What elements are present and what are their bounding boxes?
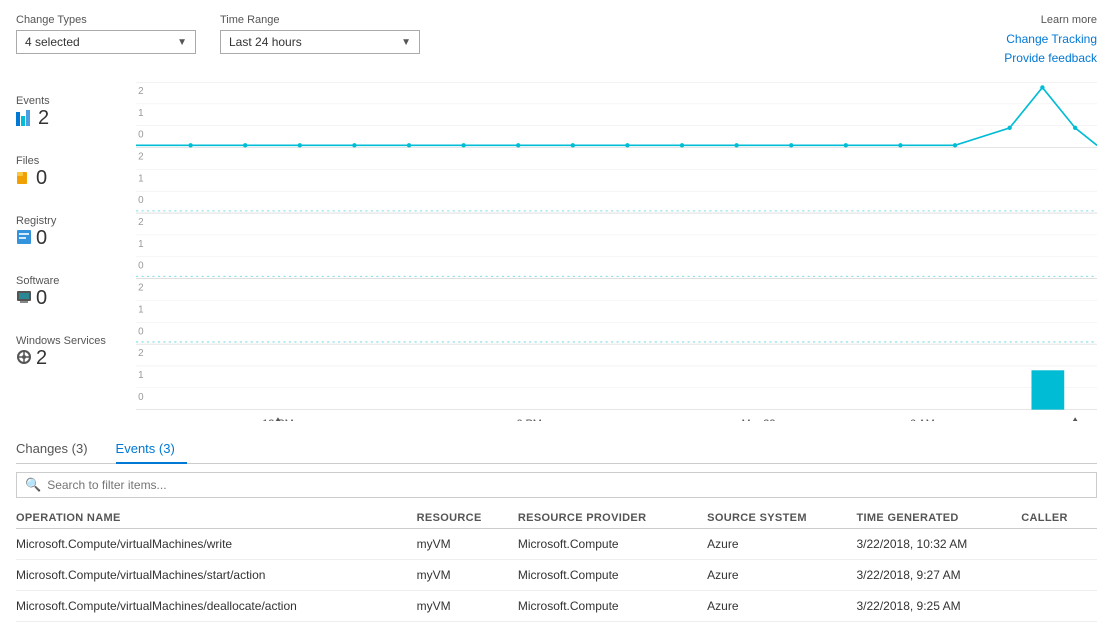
col-header-provider: RESOURCE PROVIDER: [518, 508, 707, 529]
metric-icon-events: [16, 108, 34, 129]
time-range-value: Last 24 hours: [229, 35, 302, 49]
metric-value-windows_services: 2: [36, 347, 47, 370]
metric-value-events: 2: [38, 107, 49, 130]
cell-caller-1: [1021, 559, 1097, 590]
metric-icon-software: [16, 289, 32, 308]
metric-label-files: Files: [16, 155, 136, 167]
tab-changes[interactable]: Changes (3): [16, 435, 100, 464]
tabs-row: Changes (3) Events (3): [16, 434, 1097, 464]
svg-text:0: 0: [138, 392, 144, 403]
col-header-operation: OPERATION NAME: [16, 508, 417, 529]
charts-svg: 2 1 0: [136, 82, 1097, 421]
charts-area: 2 1 0: [136, 82, 1097, 424]
col-header-resource: RESOURCE: [417, 508, 518, 529]
svg-text:2: 2: [138, 152, 143, 163]
table-row[interactable]: Microsoft.Compute/virtualMachines/start/…: [16, 559, 1097, 590]
metric-software: Software 0: [16, 262, 136, 322]
metric-events: Events 2: [16, 82, 136, 142]
change-types-label: Change Types: [16, 14, 196, 26]
cell-operation-0: Microsoft.Compute/virtualMachines/write: [16, 528, 417, 559]
cell-resource-1: myVM: [417, 559, 518, 590]
metric-value-files: 0: [36, 167, 47, 190]
metric-icon-registry: [16, 229, 32, 248]
cell-source-0: Azure: [707, 528, 856, 559]
data-table: OPERATION NAMERESOURCERESOURCE PROVIDERS…: [16, 508, 1097, 622]
learn-more-group: Learn more Change Tracking Provide feedb…: [1004, 14, 1097, 68]
metric-label-windows_services: Windows Services: [16, 335, 136, 347]
metric-icon-files: [16, 169, 32, 188]
cell-source-1: Azure: [707, 559, 856, 590]
metric-files: Files 0: [16, 142, 136, 202]
table-row[interactable]: Microsoft.Compute/virtualMachines/deallo…: [16, 590, 1097, 621]
time-range-arrow: ▼: [401, 37, 411, 48]
search-input[interactable]: [47, 478, 1088, 492]
svg-text:0: 0: [138, 327, 144, 338]
metric-label-events: Events: [16, 95, 136, 107]
svg-text:2: 2: [138, 217, 143, 228]
cell-time-0: 3/22/2018, 10:32 AM: [856, 528, 1021, 559]
cell-operation-2: Microsoft.Compute/virtualMachines/deallo…: [16, 590, 417, 621]
svg-text:1: 1: [138, 108, 143, 119]
col-header-caller: CALLER: [1021, 508, 1097, 529]
col-header-time: TIME GENERATED: [856, 508, 1021, 529]
svg-text:1: 1: [138, 370, 143, 381]
svg-text:6 PM: 6 PM: [516, 418, 541, 420]
cell-provider-2: Microsoft.Compute: [518, 590, 707, 621]
svg-text:2: 2: [138, 283, 143, 294]
cell-caller-0: [1021, 528, 1097, 559]
time-range-label: Time Range: [220, 14, 420, 26]
cell-operation-1: Microsoft.Compute/virtualMachines/start/…: [16, 559, 417, 590]
svg-text:6 AM: 6 AM: [910, 418, 935, 420]
table-row[interactable]: Microsoft.Compute/virtualMachines/writem…: [16, 528, 1097, 559]
svg-text:0: 0: [138, 130, 144, 141]
time-range-dropdown[interactable]: Last 24 hours ▼: [220, 30, 420, 54]
metrics-list: Events 2 Files 0 Registry 0 Software: [16, 82, 136, 424]
search-icon: 🔍: [25, 477, 41, 493]
metric-windows_services: Windows Services 2: [16, 322, 136, 382]
change-types-value: 4 selected: [25, 35, 80, 49]
tab-events[interactable]: Events (3): [116, 435, 187, 464]
cell-time-1: 3/22/2018, 9:27 AM: [856, 559, 1021, 590]
learn-more-label: Learn more: [1004, 14, 1097, 26]
cell-provider-1: Microsoft.Compute: [518, 559, 707, 590]
col-header-source: SOURCE SYSTEM: [707, 508, 856, 529]
metric-value-software: 0: [36, 287, 47, 310]
charts-section: Events 2 Files 0 Registry 0 Software: [16, 82, 1097, 424]
change-types-arrow: ▼: [177, 37, 187, 48]
metric-value-registry: 0: [36, 227, 47, 250]
svg-text:2: 2: [138, 348, 143, 359]
metric-label-registry: Registry: [16, 215, 136, 227]
time-range-group: Time Range Last 24 hours ▼: [220, 14, 420, 54]
search-bar: 🔍: [16, 472, 1097, 498]
svg-text:Mar 22: Mar 22: [741, 418, 775, 420]
change-tracking-link[interactable]: Change Tracking: [1004, 30, 1097, 49]
cell-caller-2: [1021, 590, 1097, 621]
metric-label-software: Software: [16, 275, 136, 287]
metric-registry: Registry 0: [16, 202, 136, 262]
change-types-group: Change Types 4 selected ▼: [16, 14, 196, 54]
top-controls: Change Types 4 selected ▼ Time Range Las…: [16, 14, 1097, 68]
cell-source-2: Azure: [707, 590, 856, 621]
main-container: Change Types 4 selected ▼ Time Range Las…: [0, 0, 1113, 632]
cell-resource-0: myVM: [417, 528, 518, 559]
feedback-link[interactable]: Provide feedback: [1004, 49, 1097, 68]
change-types-dropdown[interactable]: 4 selected ▼: [16, 30, 196, 54]
cell-provider-0: Microsoft.Compute: [518, 528, 707, 559]
cell-resource-2: myVM: [417, 590, 518, 621]
metric-icon-windows_services: [16, 349, 32, 368]
svg-text:1: 1: [138, 174, 143, 185]
svg-text:0: 0: [138, 196, 144, 207]
svg-text:1: 1: [138, 305, 143, 316]
svg-text:2: 2: [138, 86, 143, 97]
svg-text:1: 1: [138, 239, 143, 250]
svg-text:0: 0: [138, 261, 144, 272]
cell-time-2: 3/22/2018, 9:25 AM: [856, 590, 1021, 621]
